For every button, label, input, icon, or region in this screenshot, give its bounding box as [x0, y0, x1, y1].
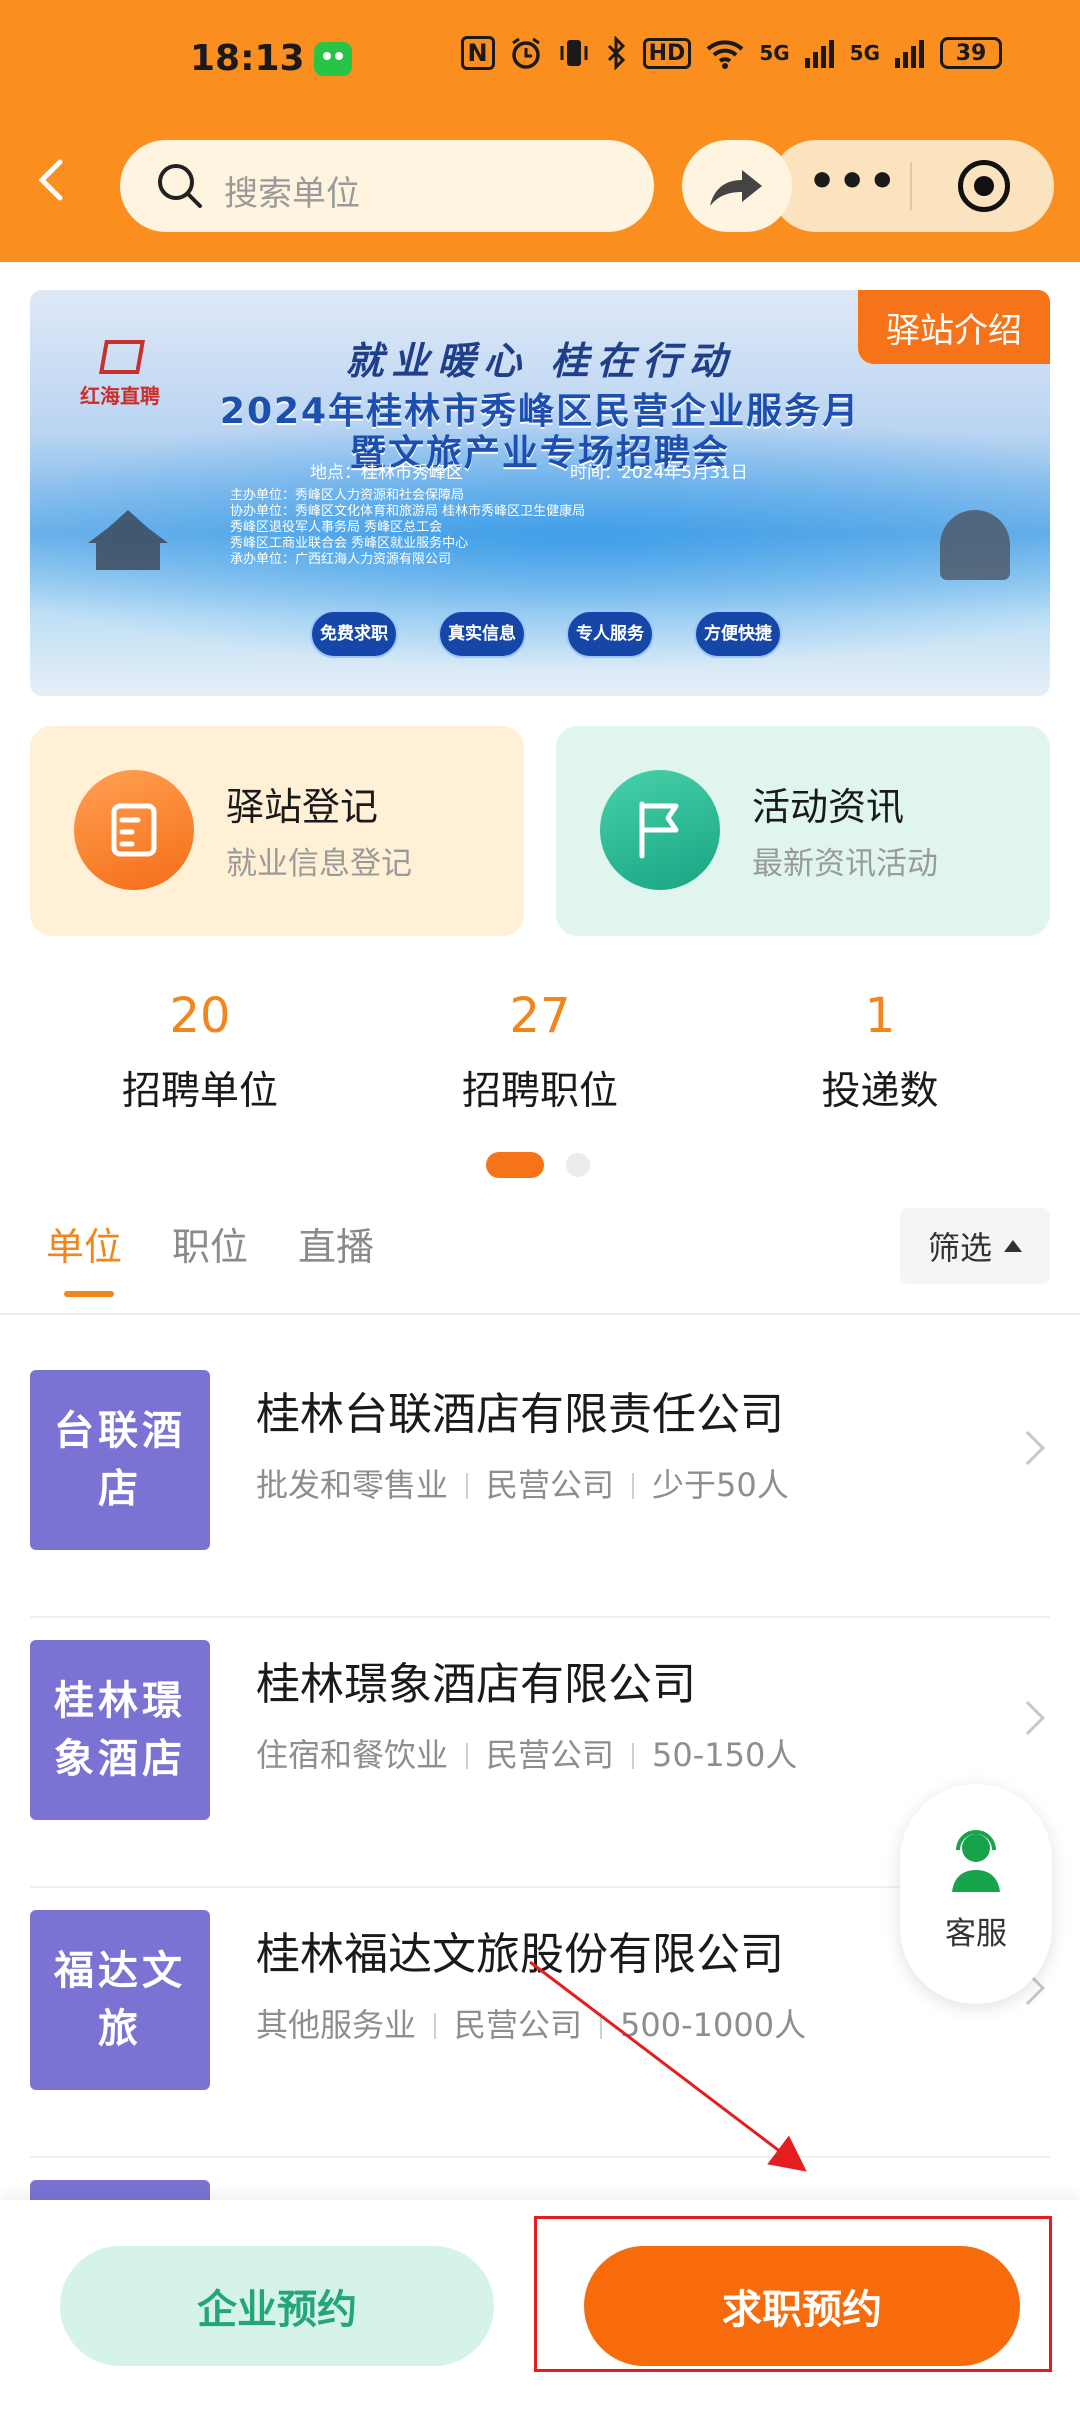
tab-employers[interactable]: 单位: [46, 1216, 122, 1297]
headset-icon: [952, 1830, 1000, 1892]
tab-positions[interactable]: 职位: [172, 1216, 248, 1297]
vibrate-icon: [560, 40, 588, 66]
search-bar[interactable]: 搜索单位: [120, 140, 654, 232]
company-logo: 福达文旅: [30, 1910, 210, 2090]
enterprise-appointment-button[interactable]: 企业预约: [60, 2246, 494, 2366]
top-header: 18:13 N HD 5G 5G 39 搜索单位 •••: [0, 0, 1080, 262]
form-icon: [74, 770, 194, 890]
network-label-2: 5G: [849, 41, 880, 65]
stat-label: 投递数: [821, 1069, 939, 1114]
network-label-1: 5G: [759, 41, 790, 65]
status-bar: 18:13 N HD 5G 5G 39: [0, 28, 1080, 92]
nfc-icon: N: [460, 36, 495, 70]
banner-title-line2: 暨文旅产业专场招聘会: [349, 433, 730, 474]
company-logo: 台联酒店: [30, 1370, 210, 1550]
banner-sponsor-line: 承办单位：广西红海人力资源有限公司: [230, 552, 452, 567]
search-placeholder: 搜索单位: [224, 174, 360, 214]
share-icon: [710, 170, 762, 206]
back-arrow-icon[interactable]: [30, 158, 74, 202]
company-type: 民营公司: [454, 2006, 583, 2044]
more-icon[interactable]: •••: [808, 160, 898, 204]
company-type: 民营公司: [486, 1466, 615, 1504]
stat-value: 20: [169, 988, 231, 1044]
stat-value: 1: [864, 988, 896, 1044]
company-size: 少于50人: [652, 1466, 789, 1504]
chevron-right-icon: [1011, 1431, 1045, 1465]
bluetooth-icon: [607, 36, 625, 70]
station-register-card[interactable]: 驿站登记 就业信息登记: [30, 726, 524, 936]
card-title: 驿站登记: [226, 785, 379, 829]
filter-label: 筛选: [927, 1229, 992, 1267]
customer-service-label: 客服: [945, 1916, 1007, 1952]
company-industry: 其他服务业: [256, 2006, 417, 2044]
company-list-item[interactable]: 台联酒店 桂林台联酒店有限责任公司 批发和零售业 民营公司 少于50人: [30, 1348, 1050, 1618]
list-tabs: 单位 职位 直播: [46, 1216, 374, 1297]
flag-icon: [600, 770, 720, 890]
close-miniprogram-icon[interactable]: [958, 160, 1010, 212]
company-size: 500-1000人: [620, 2006, 807, 2044]
status-time: 18:13: [190, 38, 305, 79]
wifi-icon: [706, 40, 744, 69]
company-industry: 批发和零售业: [256, 1466, 449, 1504]
stat-label: 招聘职位: [461, 1069, 618, 1114]
status-icons: N HD 5G 5G 39: [460, 36, 1002, 70]
signal-icon: [804, 40, 834, 68]
stat-employers[interactable]: 20 招聘单位: [30, 988, 370, 1116]
wechat-icon: [314, 42, 352, 76]
mini-program-capsule: •••: [770, 140, 1054, 232]
company-logo: 桂林璟象酒店: [30, 1640, 210, 1820]
hd-icon: HD: [642, 37, 692, 69]
banner-badges: 免费求职 真实信息 专人服务 方便快捷: [310, 610, 782, 658]
banner-sponsor-line: 协办单位：秀峰区文化体育和旅游局 桂林市秀峰区卫生健康局: [230, 504, 586, 519]
company-name: 桂林璟象酒店有限公司: [256, 1659, 696, 1710]
stat-label: 招聘单位: [121, 1069, 278, 1114]
company-name: 桂林福达文旅股份有限公司: [256, 1929, 784, 1980]
banner-place: 地点：桂林市秀峰区: [310, 463, 463, 483]
banner-badge: 方便快捷: [694, 610, 782, 658]
banner-sponsor-line: 秀峰区工商业联合会 秀峰区就业服务中心: [230, 536, 469, 551]
highlight-box: [534, 2216, 1052, 2372]
card-title: 活动资讯: [752, 785, 905, 829]
signal-icon: [895, 40, 924, 68]
company-meta: 批发和零售业 民营公司 少于50人: [256, 1460, 789, 1506]
page-dot-active: [486, 1152, 544, 1178]
search-icon: [158, 164, 202, 208]
stat-positions[interactable]: 27 招聘职位: [370, 988, 710, 1116]
chevron-right-icon: [1011, 1701, 1045, 1735]
station-intro-button[interactable]: 驿站介绍: [858, 290, 1050, 364]
company-type: 民营公司: [486, 1736, 615, 1774]
company-list-item[interactable]: 福达文旅 桂林福达文旅股份有限公司 其他服务业 民营公司 500-1000人: [30, 1888, 1050, 2158]
banner-time: 时间：2024年5月31日: [570, 463, 748, 483]
card-subtitle: 最新资讯活动: [752, 846, 938, 882]
activity-news-card[interactable]: 活动资讯 最新资讯活动: [556, 726, 1050, 936]
rock-illustration: [940, 510, 1010, 580]
banner-badge: 专人服务: [566, 610, 654, 658]
battery-icon: 39: [940, 37, 1002, 69]
stat-deliveries[interactable]: 1 投递数: [710, 988, 1050, 1116]
filter-button[interactable]: 筛选: [900, 1208, 1050, 1284]
capsule-divider: [910, 162, 912, 210]
tab-live[interactable]: 直播: [298, 1216, 374, 1297]
banner-badge: 真实信息: [438, 610, 526, 658]
divider: [0, 1313, 1080, 1315]
page-dot: [566, 1153, 590, 1177]
banner-sponsor-line: 主办单位：秀峰区人力资源和社会保障局: [230, 488, 465, 503]
stat-value: 27: [509, 988, 571, 1044]
company-size: 50-150人: [652, 1736, 798, 1774]
customer-service-button[interactable]: 客服: [900, 1784, 1052, 2004]
share-button[interactable]: [682, 140, 792, 232]
page-indicator: [486, 1152, 590, 1178]
alarm-icon: [511, 37, 540, 69]
company-meta: 住宿和餐饮业 民营公司 50-150人: [256, 1730, 797, 1776]
company-industry: 住宿和餐饮业: [256, 1736, 449, 1774]
banner-badge: 免费求职: [310, 610, 398, 658]
banner-sponsor-line: 秀峰区退役军人事务局 秀峰区总工会: [230, 520, 443, 535]
card-subtitle: 就业信息登记: [226, 846, 412, 882]
company-name: 桂林台联酒店有限责任公司: [256, 1389, 784, 1440]
caret-up-icon: [1004, 1240, 1022, 1252]
company-list-item[interactable]: 桂林璟象酒店 桂林璟象酒店有限公司 住宿和餐饮业 民营公司 50-150人: [30, 1618, 1050, 1888]
event-banner[interactable]: 红海直聘 就业暖心 桂在行动 2024年桂林市秀峰区民营企业服务月 暨文旅产业专…: [30, 290, 1050, 696]
company-meta: 其他服务业 民营公司 500-1000人: [256, 2000, 806, 2046]
